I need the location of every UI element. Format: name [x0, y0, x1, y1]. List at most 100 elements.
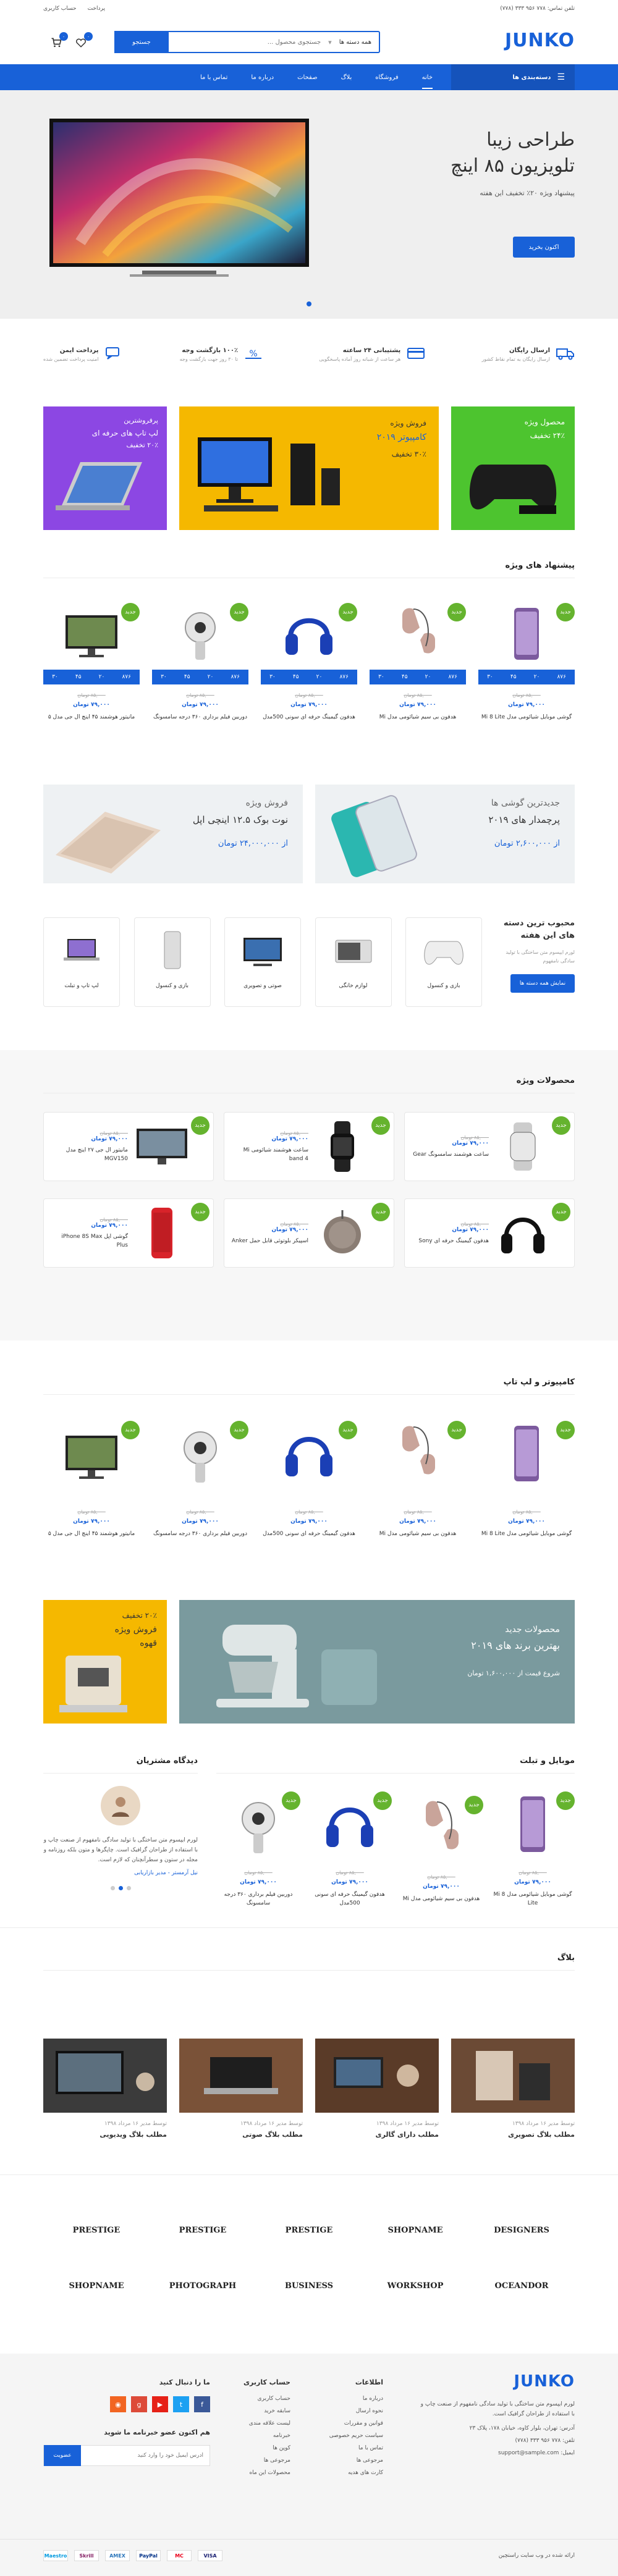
- blog-card[interactable]: توسط مدیر ۱۶ مرداد ۱۳۹۸ مطلب بلاگ صوتی: [179, 2039, 303, 2139]
- search-button[interactable]: جستجو: [114, 31, 169, 53]
- product-name[interactable]: هدفون گیمینگ حرفه ای سونی 500مدل: [261, 1530, 357, 1538]
- product-name[interactable]: هدفون گیمینگ حرفه ای Sony: [411, 1237, 489, 1245]
- product-card[interactable]: جدید ۸۷۶ ۲۰ ۴۵ ۳۰ ۸۵,۰۰۰ تومان ۷۹,۰۰۰ تومان…: [478, 603, 575, 722]
- product-name[interactable]: گوشی موبایل شیائومی مدل Mi 8 Lite: [491, 1890, 575, 1908]
- product-name[interactable]: گوشی موبایل شیائومی مدل Mi 8 Lite: [478, 1530, 575, 1538]
- search-category-select[interactable]: همه دسته ها: [332, 39, 379, 46]
- show-all-categories-button[interactable]: نمایش همه دسته ها: [510, 974, 575, 993]
- brand-logo[interactable]: PHOTOGRAPH: [150, 2267, 256, 2304]
- nav-item-blog[interactable]: بلاگ: [341, 74, 352, 81]
- facebook-icon[interactable]: f: [194, 2396, 210, 2412]
- product-name[interactable]: مانیتور هوشمند ۴۵ اینچ ال جی مدل ۵: [43, 713, 140, 722]
- newsletter-subscribe-button[interactable]: عضویت: [44, 2445, 81, 2466]
- product-name[interactable]: گوشی اپل iPhone 8S Max Plus: [50, 1232, 128, 1250]
- banner-notebook[interactable]: فروش ویژه نوت بوک ۱۲.۵ اینچی اپل از ۲۴,۰…: [43, 785, 303, 883]
- featured-card[interactable]: جدید ۸۵,۰۰۰ تومان ۷۹,۰۰۰ تومان ساعت هوشمند…: [404, 1112, 575, 1181]
- product-card[interactable]: جدید ۸۵,۰۰۰ تومان ۷۹,۰۰۰ تومان هدفون گیم…: [261, 1421, 357, 1538]
- footer-link[interactable]: محصولات این ماه: [216, 2467, 290, 2479]
- blog-card[interactable]: توسط مدیر ۱۶ مرداد ۱۳۹۸ مطلب بلاگ تصویری: [451, 2039, 575, 2139]
- product-name[interactable]: دوربین فیلم برداری ۳۶۰ درجه سامسونگ: [216, 1890, 300, 1908]
- promo-banner-yellow[interactable]: فروش ویژه کامپیوتر ۲۰۱۹ ۳۰٪ تخفیف: [179, 406, 439, 530]
- category-card[interactable]: بازی و کنسول: [405, 917, 482, 1007]
- footer-link[interactable]: سیاست حریم خصوصی: [309, 2430, 383, 2442]
- product-card[interactable]: جدید ۸۵,۰۰۰ تومان ۷۹,۰۰۰ تومان گوشی موبا…: [491, 1791, 575, 1908]
- brand-logo[interactable]: OCEANDOR: [468, 2267, 575, 2304]
- footer-link[interactable]: سابقه خرید: [216, 2405, 290, 2417]
- nav-item-home[interactable]: خانه: [421, 66, 433, 89]
- footer-link[interactable]: کوپن ها: [216, 2442, 290, 2454]
- promo-banner-purple[interactable]: پرفروشترین لپ تاپ های حرفه ای ۲۰٪ تخفیف: [43, 406, 167, 530]
- categories-menu[interactable]: ☰ دسته‌بندی ها: [451, 64, 575, 90]
- banner-new-products[interactable]: محصولات جدید بهترین برند های ۲۰۱۹ شروع ق…: [179, 1600, 575, 1724]
- product-name[interactable]: هدفون بی سیم شیائومی مدل Mi: [399, 1895, 483, 1903]
- product-card[interactable]: جدید ۸۵,۰۰۰ تومان ۷۹,۰۰۰ تومان گوشی موبا…: [478, 1421, 575, 1538]
- product-card[interactable]: جدید ۸۷۶ ۲۰ ۴۵ ۳۰ ۸۵,۰۰۰ تومان ۷۹,۰۰۰ تومان…: [261, 603, 357, 722]
- cart-icon[interactable]: ۰: [49, 32, 68, 49]
- product-name[interactable]: هدفون بی سیم شیائومی مدل Mi: [370, 1530, 466, 1538]
- footer-link[interactable]: خبرنامه: [216, 2430, 290, 2442]
- featured-card[interactable]: جدید ۸۵,۰۰۰ تومان ۷۹,۰۰۰ تومان هدفون گیمین…: [404, 1198, 575, 1268]
- brand-logo[interactable]: WORKSHOP: [362, 2267, 468, 2304]
- wishlist-icon[interactable]: ۰: [74, 32, 93, 49]
- banner-coffee[interactable]: ۲۰٪ تخفیف فروش ویژه قهوه: [43, 1600, 167, 1724]
- product-name[interactable]: گوشی موبایل شیائومی مدل Mi 8 Lite: [478, 713, 575, 722]
- featured-card[interactable]: جدید ۸۵,۰۰۰ تومان ۷۹,۰۰۰ تومان اسپیکر بلوت…: [224, 1198, 394, 1268]
- brand-logo[interactable]: SHOPNAME: [43, 2267, 150, 2304]
- footer-logo[interactable]: JUNKO: [420, 2372, 575, 2391]
- nav-item-pages[interactable]: صفحات: [297, 74, 317, 81]
- product-card[interactable]: جدید ۸۵,۰۰۰ تومان ۷۹,۰۰۰ تومان دوربین فی…: [216, 1791, 300, 1908]
- product-card[interactable]: جدید ۸۷۶ ۲۰ ۴۵ ۳۰ ۸۵,۰۰۰ تومان ۷۹,۰۰۰ تومان…: [43, 603, 140, 722]
- product-name[interactable]: ساعت هوشمند سامسونگ Gear: [411, 1150, 489, 1159]
- slider-dot[interactable]: [118, 1886, 123, 1890]
- brand-logo[interactable]: SHOPNAME: [362, 2212, 468, 2249]
- category-card[interactable]: بازی و کنسول: [133, 917, 211, 1007]
- product-name[interactable]: مانیتور هوشمند ۴۵ اینچ ال جی مدل ۵: [43, 1530, 140, 1538]
- product-card[interactable]: جدید ۸۵,۰۰۰ تومان ۷۹,۰۰۰ تومان مانیتور ه…: [43, 1421, 140, 1538]
- blog-title[interactable]: مطلب بلاگ ویدیویی: [43, 2131, 167, 2139]
- footer-link[interactable]: تماس با ما: [309, 2442, 383, 2454]
- product-name[interactable]: هدفون بی سیم شیائومی مدل Mi: [370, 713, 466, 722]
- nav-item-contact[interactable]: تماس با ما: [200, 74, 227, 81]
- blog-title[interactable]: مطلب دارای گالری: [315, 2131, 439, 2139]
- promo-banner-green[interactable]: محصول ویژه ۲۴٪ تخفیف: [451, 406, 575, 530]
- product-card[interactable]: جدید ۸۷۶ ۲۰ ۴۵ ۳۰ ۸۵,۰۰۰ تومان ۷۹,۰۰۰ تومان…: [152, 603, 248, 722]
- rss-icon[interactable]: ◉: [110, 2396, 126, 2412]
- footer-link[interactable]: درباره ما: [309, 2393, 383, 2405]
- newsletter-email-input[interactable]: [81, 2452, 210, 2459]
- blog-title[interactable]: مطلب بلاگ تصویری: [451, 2131, 575, 2139]
- product-name[interactable]: مانیتور ال جی ۲۷ اینچ مدل MGV150: [50, 1146, 128, 1163]
- brand-logo[interactable]: PRESTIGE: [256, 2212, 362, 2249]
- top-account-link[interactable]: حساب کاربری: [43, 6, 77, 12]
- product-name[interactable]: ساعت هوشمند شیائومی Mi band 4: [231, 1146, 308, 1163]
- brand-logo[interactable]: BUSINESS: [256, 2267, 362, 2304]
- footer-link[interactable]: مرجوعی ها: [216, 2454, 290, 2467]
- footer-link[interactable]: حساب کاربری: [216, 2393, 290, 2405]
- category-card[interactable]: لوازم خانگی: [315, 917, 392, 1007]
- footer-link[interactable]: نحوه ارسال: [309, 2405, 383, 2417]
- brand-logo[interactable]: PRESTIGE: [43, 2212, 150, 2249]
- brand-logo[interactable]: PRESTIGE: [150, 2212, 256, 2249]
- hero-cta-button[interactable]: اکنون بخرید: [513, 237, 575, 258]
- featured-card[interactable]: جدید ۸۵,۰۰۰ تومان ۷۹,۰۰۰ تومان مانیتور ال …: [43, 1112, 214, 1181]
- product-card[interactable]: جدید ۸۵,۰۰۰ تومان ۷۹,۰۰۰ تومان دوربین فی…: [152, 1421, 248, 1538]
- brand-logo[interactable]: DESIGNERS: [468, 2212, 575, 2249]
- youtube-icon[interactable]: ▶: [152, 2396, 168, 2412]
- banner-phones[interactable]: جدیدترین گوشی ها پرچمدار های ۲۰۱۹ از ۲,۶…: [315, 785, 575, 883]
- category-card[interactable]: صوتی و تصویری: [224, 917, 301, 1007]
- footer-link[interactable]: لیست علاقه مندی: [216, 2417, 290, 2430]
- featured-card[interactable]: جدید ۸۵,۰۰۰ تومان ۷۹,۰۰۰ تومان ساعت هوشمند…: [224, 1112, 394, 1181]
- blog-card[interactable]: توسط مدیر ۱۶ مرداد ۱۳۹۸ مطلب دارای گالری: [315, 2039, 439, 2139]
- search-input[interactable]: [169, 38, 329, 46]
- nav-item-shop[interactable]: فروشگاه: [375, 74, 398, 81]
- blog-card[interactable]: توسط مدیر ۱۶ مرداد ۱۳۹۸ مطلب بلاگ ویدیوی…: [43, 2039, 167, 2139]
- product-card[interactable]: جدید ۸۵,۰۰۰ تومان ۷۹,۰۰۰ تومان هدفون گیم…: [308, 1791, 392, 1908]
- slider-dot[interactable]: [307, 301, 311, 306]
- product-card[interactable]: جدید ۸۵,۰۰۰ تومان ۷۹,۰۰۰ تومان هدفون بی …: [370, 1421, 466, 1538]
- slider-dot[interactable]: [110, 1886, 115, 1890]
- category-card[interactable]: لپ تاپ و تبلت: [43, 917, 120, 1007]
- product-name[interactable]: هدفون گیمینگ حرفه ای سونی 500مدل: [261, 713, 357, 722]
- slider-dot[interactable]: [126, 1886, 131, 1890]
- blog-title[interactable]: مطلب بلاگ صوتی: [179, 2131, 303, 2139]
- google-plus-icon[interactable]: g: [131, 2396, 147, 2412]
- product-name[interactable]: هدفون گیمینگ حرفه ای سونی 500مدل: [308, 1890, 392, 1908]
